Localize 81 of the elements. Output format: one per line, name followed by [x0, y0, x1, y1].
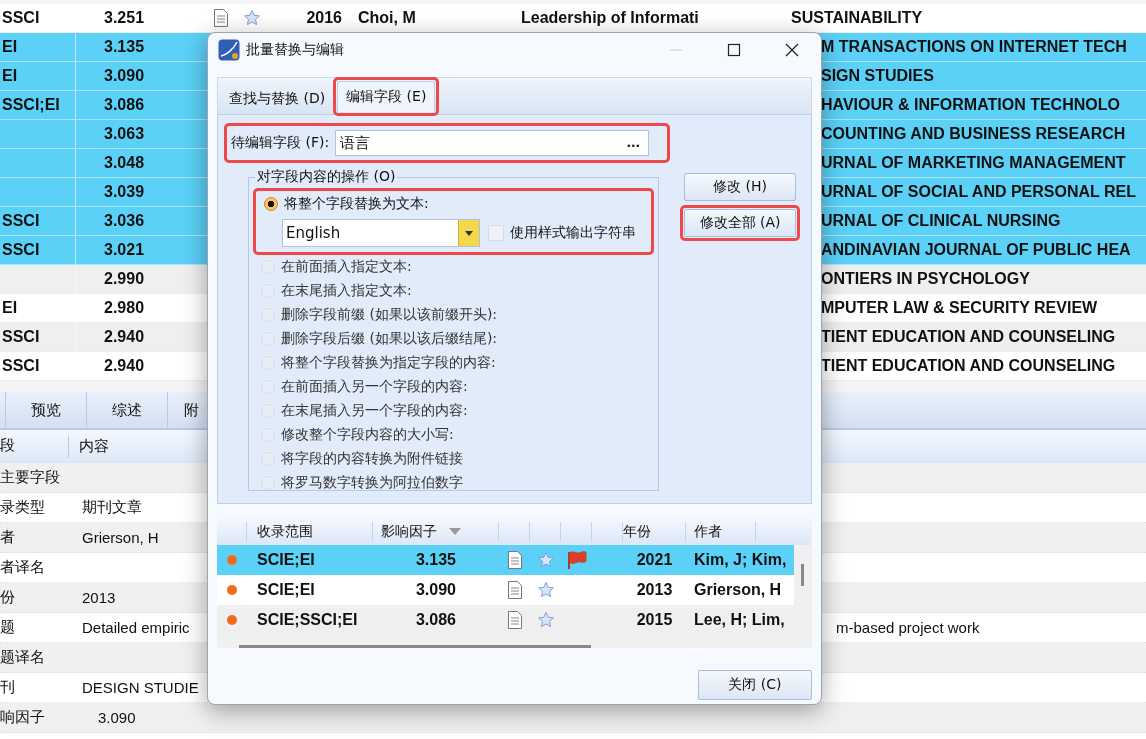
table-cell: 录类型: [0, 498, 45, 515]
table-cell: EI: [2, 67, 18, 84]
table-cell: COUNTING AND BUSINESS RESEARCH: [821, 125, 1126, 142]
table-cell: 主要字段: [0, 468, 60, 485]
table-cell: 3.090: [98, 709, 136, 726]
table-cell: HAVIOUR & INFORMATION TECHNOLO: [821, 96, 1120, 113]
table-cell: URNAL OF MARKETING MANAGEMENT: [821, 154, 1126, 171]
option-label: 将字段的内容转换为附件链接: [281, 450, 463, 468]
table-cell: 2.990: [104, 270, 145, 288]
table-cell: SIGN STUDIES: [821, 67, 934, 84]
table-cell: 2.940: [104, 328, 145, 346]
table-cell: 3.021: [104, 241, 145, 259]
table-cell: SCIE;SSCI;EI: [257, 611, 358, 629]
table-cell: 题译名: [0, 648, 45, 665]
option-label: 在末尾插入另一个字段的内容:: [281, 402, 468, 420]
table-cell: URNAL OF SOCIAL AND PERSONAL REL: [821, 183, 1136, 200]
table-cell: 3.063: [104, 125, 145, 143]
table-cell: URNAL OF CLINICAL NURSING: [821, 212, 1061, 229]
option-label: 删除字段后缀 (如果以该后缀结尾):: [281, 330, 498, 348]
table-cell: Leadership of Informati: [521, 9, 699, 26]
table-cell: 刊: [0, 678, 15, 695]
table-cell: m-based project work: [836, 619, 980, 636]
table-cell: 2021: [636, 551, 673, 569]
option-label: 将整个字段替换为文本:: [284, 195, 429, 213]
table-cell: SSCI;EI: [2, 96, 60, 113]
table-cell: Grierson, H: [82, 529, 159, 546]
table-cell: 者译名: [0, 558, 45, 575]
table-cell: Kim, J; Kim,: [694, 551, 787, 569]
table-cell: Grierson, H: [694, 581, 782, 599]
table-cell: 2013: [82, 589, 116, 606]
table-cell: 2015: [636, 611, 673, 629]
table-cell: 2016: [306, 9, 342, 26]
table-cell: TIENT EDUCATION AND COUNSELING: [821, 328, 1116, 345]
table-cell: 3.090: [104, 67, 145, 85]
option-label: 在末尾插入指定文本:: [281, 282, 412, 300]
table-cell: 期刊文章: [82, 498, 142, 515]
table-cell: SUSTAINABILITY: [791, 9, 923, 26]
window-title: 批量替换与编辑: [246, 41, 344, 59]
table-cell: 3.048: [104, 154, 145, 172]
table-cell: Lee, H; Lim,: [694, 611, 785, 629]
table-cell: SCIE;EI: [257, 581, 315, 599]
group-label: 对字段内容的操作 (O): [255, 168, 398, 186]
table-cell: 响因子: [0, 708, 45, 725]
table-cell: SSCI: [2, 212, 40, 229]
option-label: 在前面插入指定文本:: [281, 258, 412, 276]
table-cell: Detailed empiric: [82, 619, 190, 636]
table-cell: 3.039: [104, 183, 145, 201]
option-label: 在前面插入另一个字段的内容:: [281, 378, 468, 396]
table-cell: 2013: [636, 581, 673, 599]
table-cell: 者: [0, 528, 15, 545]
table-cell: SCIE;EI: [257, 551, 315, 569]
table-cell: 3.135: [104, 38, 145, 56]
table-cell: M TRANSACTIONS ON INTERNET TECH: [821, 38, 1127, 55]
table-cell: DESIGN STUDIE: [82, 679, 199, 696]
table-cell: SSCI: [2, 357, 40, 374]
table-cell: TIENT EDUCATION AND COUNSELING: [821, 357, 1116, 374]
table-cell: 2.940: [104, 357, 145, 375]
table-cell: SSCI: [2, 9, 40, 26]
table-cell: ONTIERS IN PSYCHOLOGY: [821, 270, 1030, 287]
table-cell: 3.036: [104, 212, 145, 230]
table-cell: Choi, M: [358, 9, 416, 26]
table-cell: 份: [0, 588, 15, 605]
table-cell: SSCI: [2, 328, 40, 345]
table-cell: EI: [2, 299, 18, 316]
option-label: 删除字段前缀 (如果以该前缀开头):: [281, 306, 498, 324]
table-cell: 3.090: [415, 581, 456, 599]
option-label: 将罗马数字转换为阿拉伯数字: [281, 474, 463, 492]
option-label: 修改整个字段内容的大小写:: [281, 426, 454, 444]
option-label: 将整个字段替换为指定字段的内容:: [281, 354, 496, 372]
table-cell: 题: [0, 618, 15, 635]
table-cell: SSCI: [2, 241, 40, 258]
table-cell: MPUTER LAW & SECURITY REVIEW: [821, 299, 1098, 316]
table-cell: EI: [2, 38, 18, 55]
table-cell: 2.980: [104, 299, 145, 317]
table-cell: ANDINAVIAN JOURNAL OF PUBLIC HEA: [821, 241, 1131, 258]
checkbox-label: 使用样式输出字符串: [510, 224, 636, 242]
table-cell: 3.086: [415, 611, 456, 629]
table-cell: 3.135: [415, 551, 456, 569]
table-cell: 3.251: [104, 9, 145, 27]
field-label: 待编辑字段 (F):: [231, 134, 330, 152]
table-cell: 3.086: [104, 96, 145, 114]
